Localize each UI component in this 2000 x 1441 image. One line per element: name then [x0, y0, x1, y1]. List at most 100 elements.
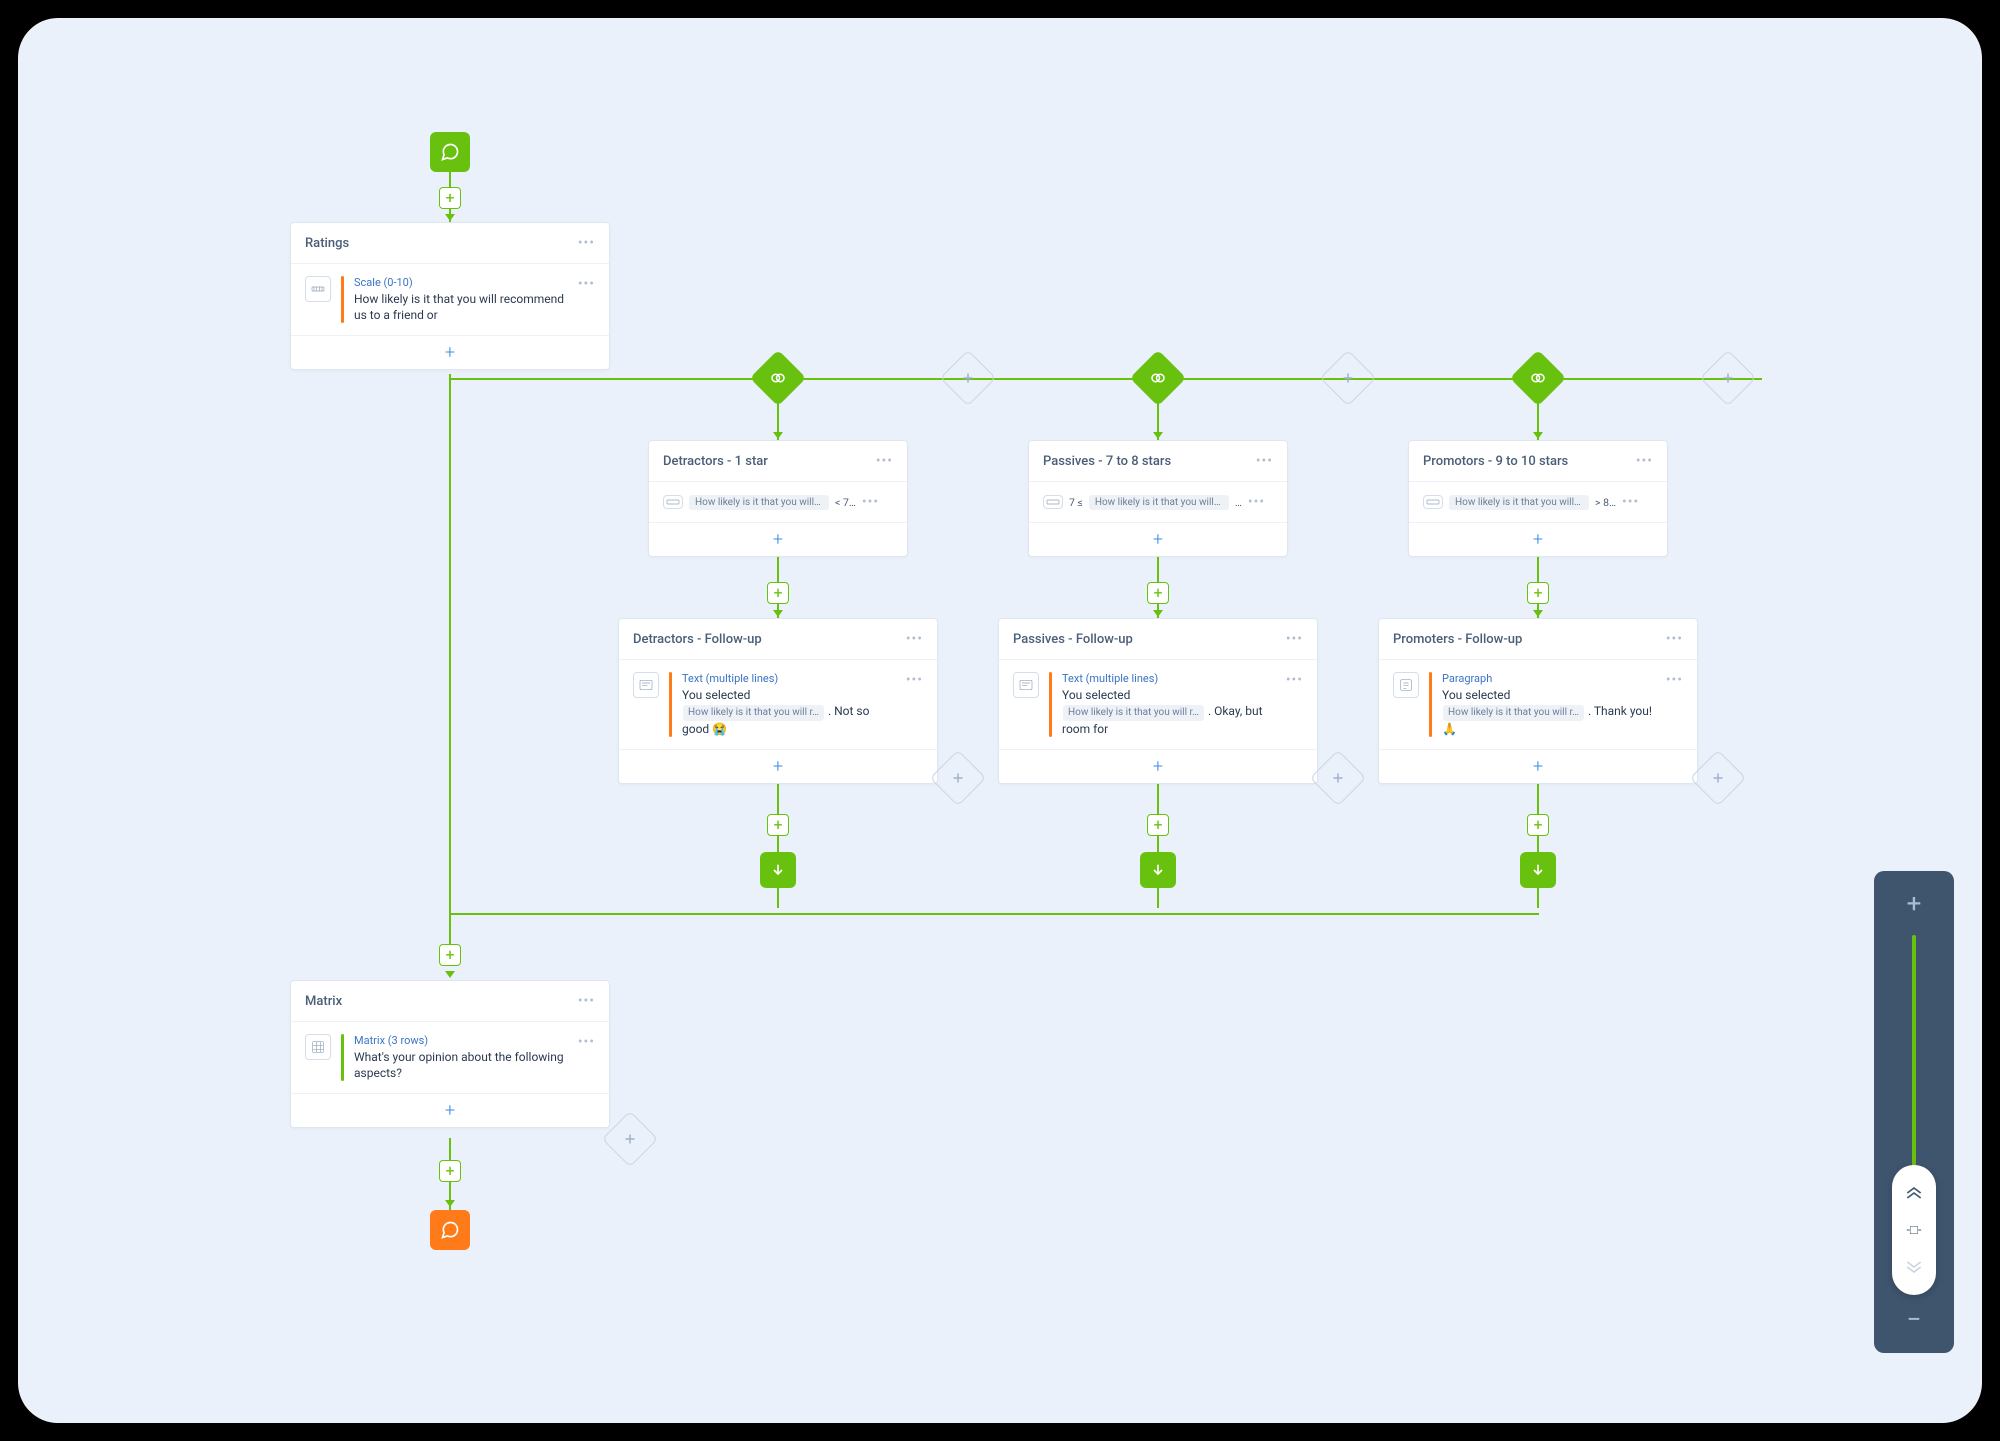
more-icon[interactable]: •••: [1666, 672, 1683, 688]
zoom-out-button[interactable]: −: [1907, 1299, 1922, 1341]
more-icon[interactable]: •••: [1286, 631, 1303, 647]
branch-diamond[interactable]: [1130, 350, 1187, 407]
followup-card[interactable]: Passives - Follow-up ••• Text (multiple …: [998, 618, 1318, 784]
arrow-icon: [773, 432, 783, 439]
card-add[interactable]: +: [619, 749, 937, 783]
paragraph-icon: [1393, 672, 1419, 698]
condition-card[interactable]: Detractors - 1 star ••• How likely is it…: [648, 440, 908, 557]
chevron-up-icon[interactable]: [1904, 1186, 1924, 1200]
question-type: Text (multiple lines): [682, 672, 896, 685]
more-icon[interactable]: •••: [578, 1034, 595, 1050]
add-button[interactable]: +: [1147, 582, 1169, 604]
card-add[interactable]: +: [291, 1093, 609, 1127]
zoom-navigator[interactable]: -□-: [1892, 1165, 1936, 1295]
card-title: Promoters - Follow-up: [1393, 632, 1522, 647]
zoom-slider-track[interactable]: -□-: [1912, 935, 1916, 1289]
add-button[interactable]: +: [1527, 814, 1549, 836]
jump-node[interactable]: [760, 852, 796, 888]
textarea-icon: [633, 672, 659, 698]
connector: [450, 378, 1762, 380]
condition-ref: How likely is it that you will r…: [1089, 495, 1229, 510]
add-branch-diamond[interactable]: [930, 750, 987, 807]
add-button[interactable]: +: [1147, 814, 1169, 836]
followup-card[interactable]: Promoters - Follow-up ••• Paragraph You …: [1378, 618, 1698, 784]
more-icon[interactable]: •••: [578, 993, 595, 1009]
card-add[interactable]: +: [291, 335, 609, 369]
card-add[interactable]: +: [1029, 522, 1287, 556]
more-icon[interactable]: •••: [876, 453, 893, 469]
flow-canvas[interactable]: + Ratings ••• Scale (0-10) How likely is…: [18, 18, 1982, 1423]
card-add[interactable]: +: [999, 749, 1317, 783]
add-button[interactable]: +: [767, 814, 789, 836]
more-icon[interactable]: •••: [906, 631, 923, 647]
more-icon[interactable]: •••: [862, 494, 879, 510]
condition-card[interactable]: Promotors - 9 to 10 stars ••• How likely…: [1408, 440, 1668, 557]
fit-icon[interactable]: -□-: [1906, 1222, 1921, 1238]
card-title: Detractors - Follow-up: [633, 632, 762, 647]
more-icon[interactable]: •••: [1248, 494, 1265, 510]
add-branch-diamond[interactable]: [1320, 350, 1377, 407]
arrow-icon: [445, 971, 455, 978]
branch-diamond[interactable]: [1510, 350, 1567, 407]
card-title: Passives - Follow-up: [1013, 632, 1133, 647]
more-icon[interactable]: •••: [1622, 494, 1639, 510]
end-node[interactable]: [430, 1210, 470, 1250]
card-add[interactable]: +: [1379, 749, 1697, 783]
connector: [449, 374, 451, 949]
more-icon[interactable]: •••: [1256, 453, 1273, 469]
more-icon[interactable]: •••: [906, 672, 923, 688]
plus-icon: +: [1533, 756, 1543, 777]
add-branch-diamond[interactable]: [1310, 750, 1367, 807]
arrow-icon: [773, 610, 783, 617]
jump-node[interactable]: [1140, 852, 1176, 888]
add-button[interactable]: +: [1527, 582, 1549, 604]
add-branch-diamond[interactable]: [1690, 750, 1747, 807]
branch-diamond[interactable]: [750, 350, 807, 407]
card-header: Promoters - Follow-up •••: [1379, 619, 1697, 660]
card-body: Scale (0-10) How likely is it that you w…: [291, 264, 609, 335]
condition-op: > 8…: [1595, 496, 1616, 509]
add-branch-diamond[interactable]: [602, 1111, 659, 1168]
arrow-icon: [445, 214, 455, 221]
matrix-card[interactable]: Matrix ••• Matrix (3 rows) What's your o…: [290, 980, 610, 1128]
card-add[interactable]: +: [649, 522, 907, 556]
question-text: How likely is it that you will recommend…: [354, 291, 568, 323]
scale-icon: [305, 276, 331, 302]
accent: [1429, 672, 1432, 737]
add-button[interactable]: +: [439, 187, 461, 209]
add-branch-diamond[interactable]: [1700, 350, 1757, 407]
zoom-in-button[interactable]: +: [1907, 883, 1922, 925]
more-icon[interactable]: •••: [1286, 672, 1303, 688]
ratings-card[interactable]: Ratings ••• Scale (0-10) How likely is i…: [290, 222, 610, 370]
question-type: Scale (0-10): [354, 276, 568, 289]
question-text: You selected How likely is it that you w…: [682, 687, 896, 737]
card-header: Passives - Follow-up •••: [999, 619, 1317, 660]
jump-node[interactable]: [1520, 852, 1556, 888]
card-body: Text (multiple lines) You selected How l…: [619, 660, 937, 749]
condition-card[interactable]: Passives - 7 to 8 stars ••• 7 ≤ How like…: [1028, 440, 1288, 557]
accent: [669, 672, 672, 737]
connector: [450, 913, 1539, 915]
card-header: Promotors - 9 to 10 stars •••: [1409, 441, 1667, 482]
more-icon[interactable]: •••: [578, 276, 595, 292]
more-icon[interactable]: •••: [1636, 453, 1653, 469]
card-body: Paragraph You selected How likely is it …: [1379, 660, 1697, 749]
card-title: Promotors - 9 to 10 stars: [1423, 454, 1568, 469]
question-text: What's your opinion about the following …: [354, 1049, 568, 1081]
more-icon[interactable]: •••: [1666, 631, 1683, 647]
followup-card[interactable]: Detractors - Follow-up ••• Text (multipl…: [618, 618, 938, 784]
chevron-down-icon[interactable]: [1904, 1260, 1924, 1274]
add-branch-diamond[interactable]: [940, 350, 997, 407]
card-add[interactable]: +: [1409, 522, 1667, 556]
more-icon[interactable]: •••: [578, 235, 595, 251]
add-button[interactable]: +: [767, 582, 789, 604]
arrow-icon: [445, 1200, 455, 1207]
start-node[interactable]: [430, 132, 470, 172]
card-title: Detractors - 1 star: [663, 454, 768, 469]
card-body: Text (multiple lines) You selected How l…: [999, 660, 1317, 749]
add-button[interactable]: +: [439, 944, 461, 966]
condition-op: …: [1235, 496, 1242, 509]
plus-icon: +: [445, 1100, 455, 1121]
add-button[interactable]: +: [439, 1160, 461, 1182]
card-title: Passives - 7 to 8 stars: [1043, 454, 1171, 469]
